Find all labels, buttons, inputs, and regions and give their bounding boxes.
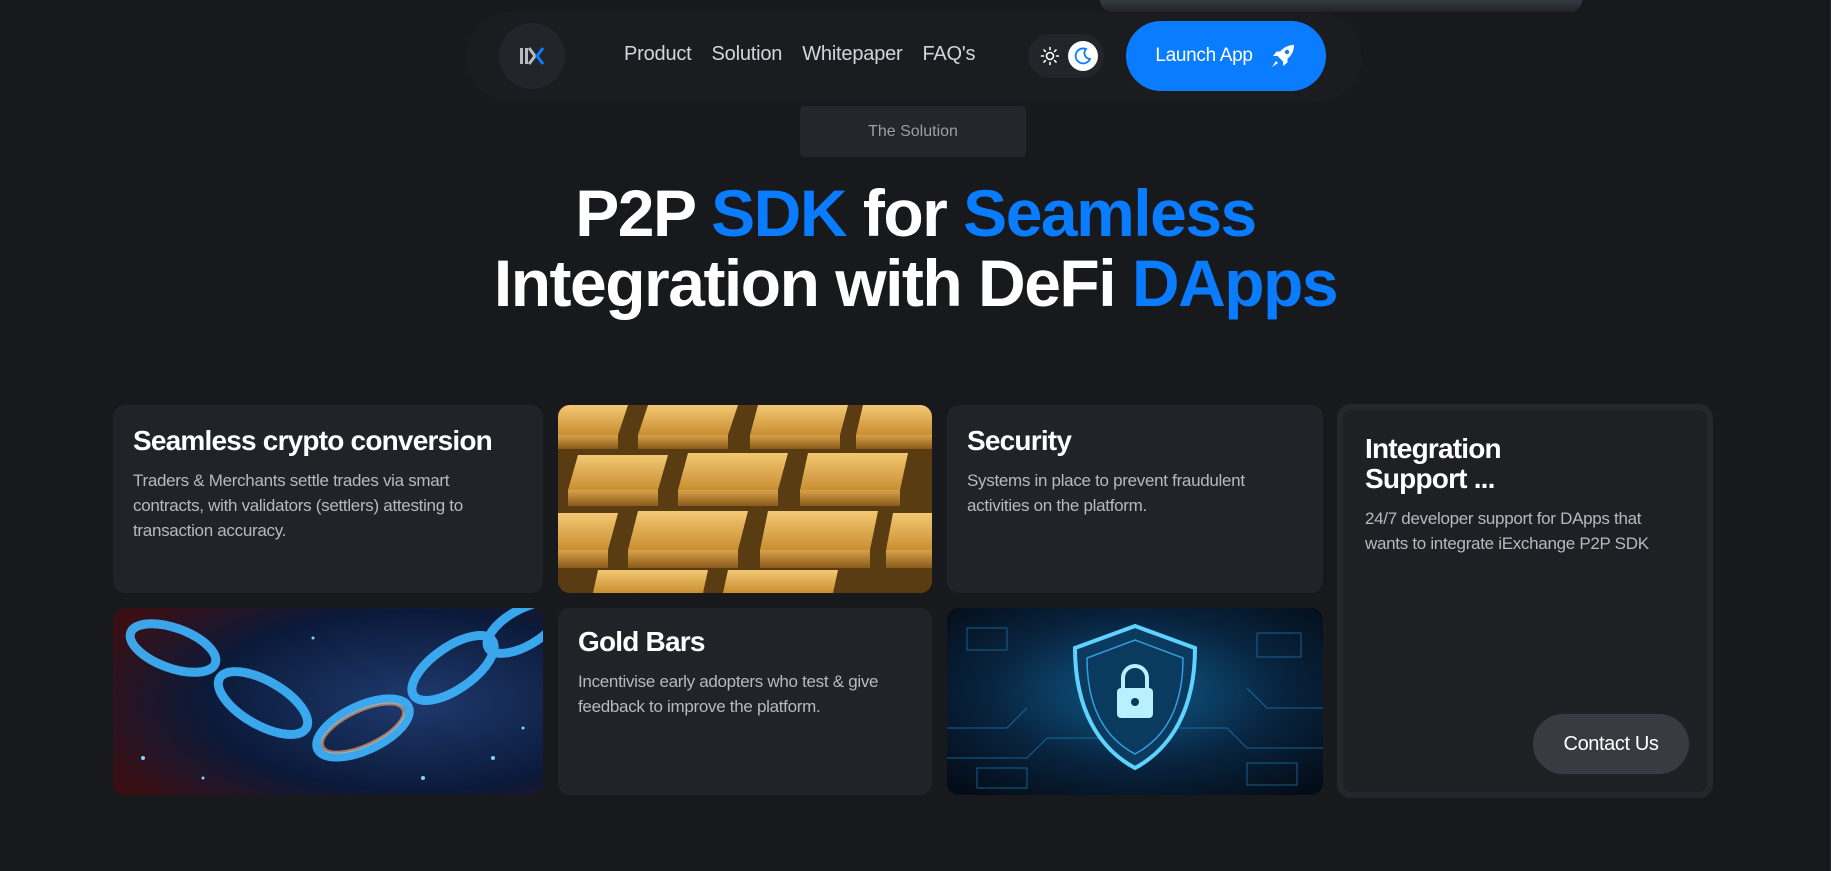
hero-phrase-integration: Integration with DeFi — [493, 246, 1117, 320]
gold-bars-illustration — [558, 405, 932, 593]
section-tag: The Solution — [800, 106, 1026, 157]
nav-link-product[interactable]: Product — [624, 43, 692, 66]
card-gold-bars: Gold Bars Incentivise early adopters who… — [558, 608, 932, 795]
nav-link-whitepaper[interactable]: Whitepaper — [802, 43, 902, 66]
theme-toggle[interactable] — [1028, 34, 1104, 78]
nav-link-faqs[interactable]: FAQ's — [923, 43, 976, 66]
hero-line-2: Integration with DeFi DApps — [0, 248, 1831, 318]
security-shield-image — [947, 608, 1323, 795]
hero-word-p2p: P2P — [575, 176, 696, 250]
nav-link-solution[interactable]: Solution — [712, 43, 783, 66]
card-description: 24/7 developer support for DApps that wa… — [1365, 509, 1649, 553]
rocket-icon — [1271, 45, 1294, 67]
logo[interactable] — [499, 23, 565, 89]
hero-word-for: for — [862, 176, 948, 250]
card-title: Security — [967, 425, 1072, 456]
card-description: Systems in place to prevent fraudulent a… — [967, 471, 1245, 515]
card-title: Gold Bars — [578, 626, 705, 657]
card-description: Incentivise early adopters who test & gi… — [578, 672, 879, 716]
card-security: Security Systems in place to prevent fra… — [947, 405, 1323, 593]
shield-lock-illustration — [947, 608, 1323, 795]
launch-app-label: Launch App — [1155, 45, 1253, 66]
launch-app-button[interactable]: Launch App — [1126, 21, 1326, 91]
gold-bars-image — [558, 405, 932, 593]
card-title: Integration Support ... — [1365, 433, 1502, 494]
sun-icon[interactable] — [1040, 46, 1060, 66]
hero-title: P2P SDK for Seamless Integration with De… — [0, 178, 1831, 318]
hero-word-seamless: Seamless — [963, 176, 1257, 250]
contact-us-button[interactable]: Contact Us — [1533, 714, 1689, 774]
card-title: Seamless crypto conversion — [133, 425, 493, 456]
ix-logo-icon — [520, 47, 545, 65]
card-description: Traders & Merchants settle trades via sm… — [133, 471, 463, 540]
hero-line-1: P2P SDK for Seamless — [0, 178, 1831, 248]
moon-button[interactable] — [1068, 41, 1098, 71]
page: Product Solution Whitepaper FAQ's Launch… — [0, 0, 1831, 871]
hero-word-dapps: DApps — [1131, 246, 1339, 320]
top-glow-decoration — [1100, 0, 1582, 12]
nav-links: Product Solution Whitepaper FAQ's — [624, 43, 976, 66]
card-integration-support: Integration Support ... 24/7 developer s… — [1337, 404, 1713, 798]
moon-icon — [1074, 47, 1092, 65]
hero-word-sdk: SDK — [711, 176, 847, 250]
blockchain-chain-image — [113, 608, 543, 795]
card-crypto-conversion: Seamless crypto conversion Traders & Mer… — [113, 405, 543, 593]
chain-illustration — [113, 608, 543, 795]
